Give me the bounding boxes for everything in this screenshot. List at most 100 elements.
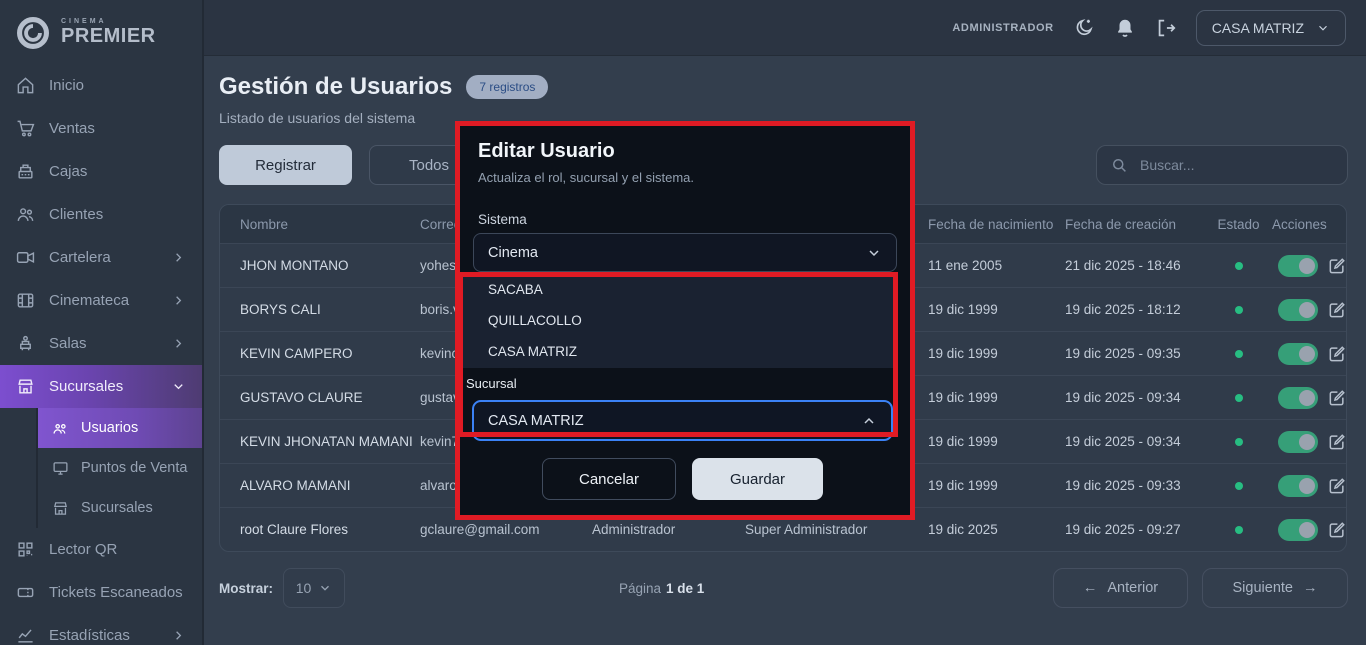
chevron-down-icon [866,245,882,261]
status-dot [1235,262,1243,270]
cell-created: 19 dic 2025 - 09:27 [1065,522,1205,537]
sidebar-item-label: Cajas [49,163,87,180]
sidebar-item-label: Clientes [49,206,103,223]
edit-user-icon[interactable] [1327,256,1347,276]
branch-select-value: CASA MATRIZ [488,413,584,429]
previous-page-button[interactable]: ← Anterior [1053,568,1188,608]
topbar: ADMINISTRADOR CASA MATRIZ [204,0,1366,56]
page-word: Página [619,581,661,596]
brand-swirl-icon [14,14,52,52]
app-root: CINEMA PREMIER Inicio Ventas Cajas Clien… [0,0,1366,645]
sidebar-item-cajas[interactable]: Cajas [0,150,202,193]
page-size-select[interactable]: 10 [283,568,345,608]
active-toggle[interactable] [1278,387,1318,409]
cell-actions [1272,519,1347,541]
cell-created: 19 dic 2025 - 09:34 [1065,390,1205,405]
status-dot [1235,526,1243,534]
next-page-button[interactable]: Siguiente → [1202,568,1348,608]
col-header-estado: Estado [1205,217,1272,232]
edit-user-icon[interactable] [1327,476,1347,496]
page-title-text: Gestión de Usuarios [219,73,452,101]
edit-user-icon[interactable] [1327,520,1347,540]
edit-user-icon[interactable] [1327,432,1347,452]
cell-status [1205,438,1272,446]
option-casa-matriz[interactable]: CASA MATRIZ [460,336,897,367]
sidebar-item-sucursales[interactable]: Sucursales [0,365,202,408]
active-toggle[interactable] [1278,475,1318,497]
sidebar-item-cinemateca[interactable]: Cinemateca [0,279,202,322]
dark-mode-moon-icon[interactable] [1073,17,1095,39]
home-icon [16,76,35,95]
monitor-icon [52,460,69,477]
sidebar-item-cartelera[interactable]: Cartelera [0,236,202,279]
sidebar-item-estadisticas[interactable]: Estadísticas [0,614,202,645]
cell-actions [1272,255,1347,277]
active-toggle[interactable] [1278,343,1318,365]
edit-user-icon[interactable] [1327,344,1347,364]
col-header-nacimiento: Fecha de nacimiento [928,217,1065,232]
cell-name: BORYS CALI [240,302,420,317]
cell-status [1205,350,1272,358]
sidebar-item-label: Cartelera [49,249,111,266]
sidebar-item-inicio[interactable]: Inicio [0,64,202,107]
brand-logo: CINEMA PREMIER [0,0,202,64]
system-select[interactable]: Cinema [473,233,897,272]
logout-icon[interactable] [1155,17,1177,39]
sidebar-item-lector-qr[interactable]: Lector QR [0,528,202,571]
arrow-right-icon: → [1303,580,1318,596]
toggle-knob [1299,302,1315,318]
notifications-bell-icon[interactable] [1114,17,1136,39]
option-quillacollo[interactable]: QUILLACOLLO [460,305,897,336]
status-dot [1235,394,1243,402]
sidebar-subitem-puntos-de-venta[interactable]: Puntos de Venta [0,448,202,488]
sidebar-item-label: Salas [49,335,87,352]
chevron-right-icon [171,628,186,643]
system-select-value: Cinema [488,245,538,261]
active-toggle[interactable] [1278,519,1318,541]
active-toggle[interactable] [1278,431,1318,453]
sidebar-item-ventas[interactable]: Ventas [0,107,202,150]
edit-user-modal: Editar Usuario Actualiza el rol, sucursa… [455,121,915,520]
cell-name: ALVARO MAMANI [240,478,420,493]
register-button[interactable]: Registrar [219,145,352,185]
edit-user-icon[interactable] [1327,388,1347,408]
show-label: Mostrar: [219,568,273,608]
video-icon [16,248,35,267]
status-dot [1235,438,1243,446]
branch-select[interactable]: CASA MATRIZ [472,400,893,441]
brand-premier-text: PREMIER [61,25,156,48]
sidebar-subitem-label: Usuarios [81,420,138,436]
cell-sistema: Super Administrador [745,522,928,537]
brand-cinema-text: CINEMA [61,18,156,25]
cell-birth: 19 dic 1999 [928,434,1065,449]
cell-status [1205,394,1272,402]
edit-user-icon[interactable] [1327,300,1347,320]
sidebar-subitem-label: Puntos de Venta [81,460,187,476]
sidebar-item-salas[interactable]: Salas [0,322,202,365]
cell-name: JHON MONTANO [240,258,420,273]
sidebar-subitem-sucursales[interactable]: Sucursales [0,488,202,528]
active-toggle[interactable] [1278,299,1318,321]
cell-created: 21 dic 2025 - 18:46 [1065,258,1205,273]
chevron-right-icon [171,250,186,265]
records-count-badge: 7 registros [466,75,548,99]
user-role-label: ADMINISTRADOR [952,22,1053,34]
option-sacaba[interactable]: SACABA [460,274,897,305]
branch-selector[interactable]: CASA MATRIZ [1196,10,1346,46]
sidebar-subitem-usuarios[interactable]: Usuarios [38,408,202,448]
search-input[interactable] [1138,156,1334,174]
active-toggle[interactable] [1278,255,1318,277]
sidebar-item-label: Sucursales [49,378,123,395]
sidebar-item-clientes[interactable]: Clientes [0,193,202,236]
save-button[interactable]: Guardar [692,458,823,500]
users-group-icon [52,420,69,437]
sidebar: CINEMA PREMIER Inicio Ventas Cajas Clien… [0,0,204,645]
seat-icon [16,334,35,353]
sidebar-item-label: Inicio [49,77,84,94]
sidebar-item-label: Estadísticas [49,627,130,644]
sidebar-item-tickets-escaneados[interactable]: Tickets Escaneados [0,571,202,614]
sidebar-item-label: Tickets Escaneados [49,584,183,601]
cell-birth: 11 ene 2005 [928,258,1065,273]
cancel-button[interactable]: Cancelar [542,458,676,500]
search-box[interactable] [1096,145,1348,185]
